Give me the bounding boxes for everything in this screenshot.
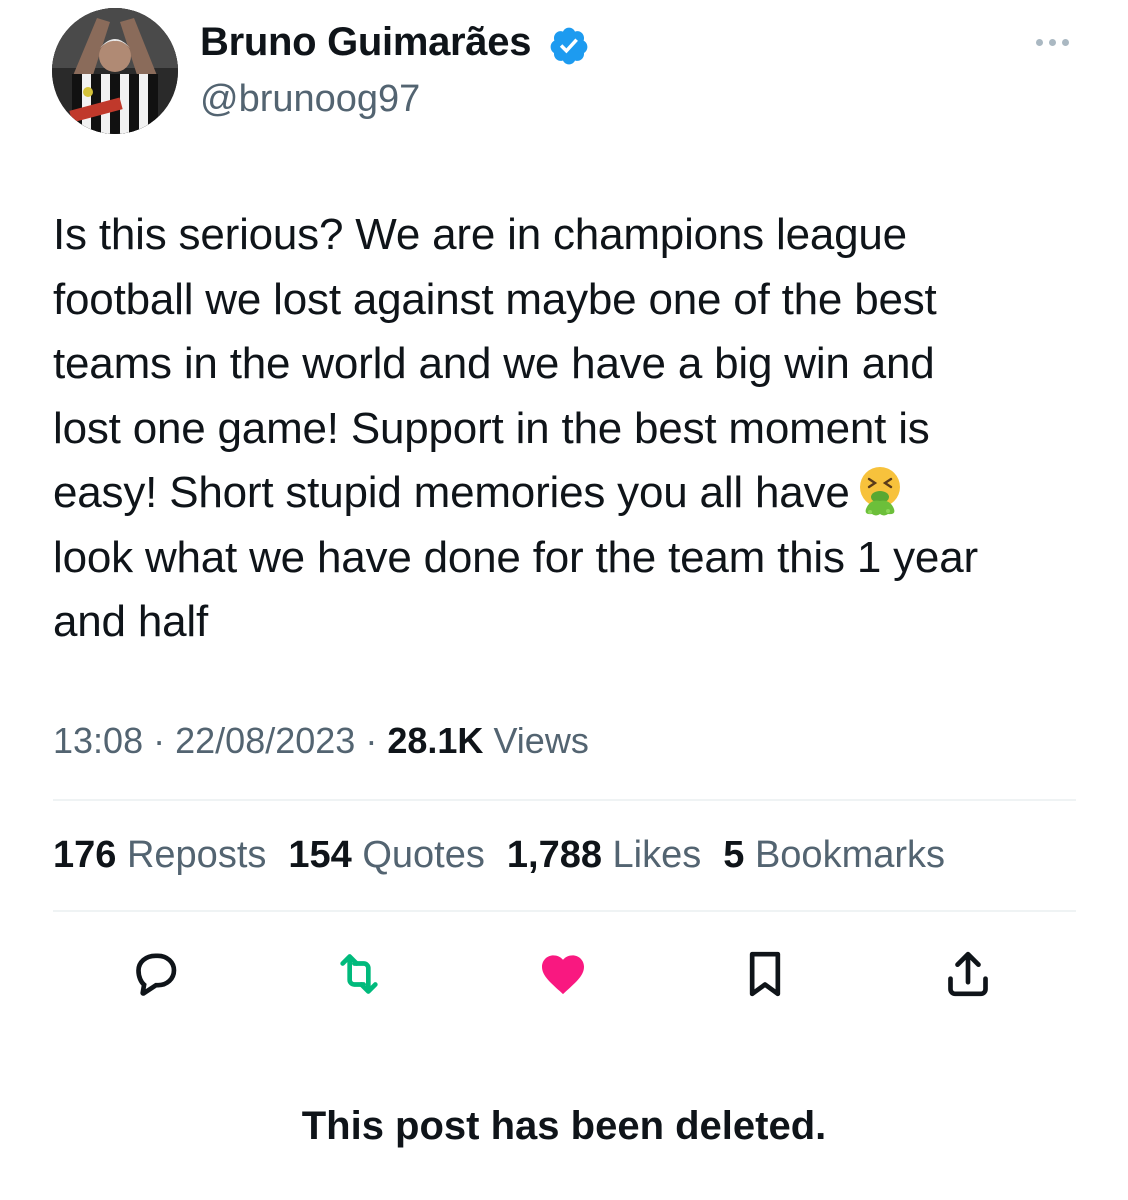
engagement-stats: 176 Reposts 154 Quotes 1,788 Likes 5 Boo… bbox=[53, 834, 945, 877]
bookmarks-stat[interactable]: 5 Bookmarks bbox=[723, 834, 945, 877]
views-count: 28.1K bbox=[387, 720, 484, 761]
deleted-notice: This post has been deleted. bbox=[301, 1104, 827, 1148]
dot bbox=[1061, 38, 1069, 46]
tweet-screenshot: Bruno Guimarães @brunoog97 Is this serio… bbox=[0, 0, 1128, 1200]
views-label: Views bbox=[493, 720, 589, 761]
tweet-line: look what we have done for the team this… bbox=[53, 532, 978, 582]
likes-label: Likes bbox=[612, 834, 702, 876]
divider bbox=[53, 799, 1076, 801]
separator: · bbox=[365, 720, 378, 761]
avatar-image bbox=[52, 8, 178, 134]
tweet-text: Is this serious? We are in champions lea… bbox=[53, 203, 1093, 655]
reposts-label: Reposts bbox=[126, 834, 267, 876]
share-icon[interactable] bbox=[940, 946, 996, 1002]
bookmark-icon[interactable] bbox=[737, 946, 793, 1002]
likes-count: 1,788 bbox=[506, 834, 602, 876]
tweet-line-with-emoji: easy! Short stupid memories you all have bbox=[53, 461, 1093, 526]
separator: · bbox=[153, 720, 166, 761]
tweet-time[interactable]: 13:08 bbox=[53, 720, 143, 761]
dot bbox=[1035, 38, 1043, 46]
tweet-line: and half bbox=[53, 597, 208, 646]
reply-icon[interactable] bbox=[128, 946, 184, 1002]
repost-icon[interactable] bbox=[331, 946, 387, 1002]
reposts-stat[interactable]: 176 Reposts bbox=[53, 834, 266, 877]
more-dots-icon[interactable] bbox=[1030, 32, 1074, 52]
tweet-line: football we lost against maybe one of th… bbox=[53, 274, 937, 324]
tweet-line: teams in the world and we have a big win… bbox=[53, 339, 935, 388]
bookmarks-count: 5 bbox=[723, 834, 745, 876]
verified-badge-icon bbox=[550, 27, 588, 65]
vomiting-face-emoji bbox=[859, 467, 900, 516]
tweet-date[interactable]: 22/08/2023 bbox=[175, 720, 355, 761]
author-handle[interactable]: @brunoog97 bbox=[200, 78, 420, 121]
likes-stat[interactable]: 1,788 Likes bbox=[507, 834, 701, 877]
quotes-label: Quotes bbox=[362, 834, 485, 876]
divider bbox=[53, 910, 1076, 912]
reposts-count: 176 bbox=[53, 834, 117, 876]
author-name[interactable]: Bruno Guimarães bbox=[200, 20, 531, 65]
tweet-meta: 13:08 · 22/08/2023 · 28.1K Views bbox=[53, 720, 589, 762]
quotes-count: 154 bbox=[288, 834, 352, 876]
tweet-line: Is this serious? We are in champions lea… bbox=[53, 210, 907, 259]
avatar[interactable] bbox=[52, 8, 178, 134]
heart-icon[interactable] bbox=[535, 946, 591, 1002]
tweet-line: easy! Short stupid memories you all have bbox=[53, 468, 850, 517]
tweet-line: lost one game! Support in the best momen… bbox=[53, 403, 930, 453]
bookmarks-label: Bookmarks bbox=[754, 834, 946, 876]
quotes-stat[interactable]: 154 Quotes bbox=[288, 834, 485, 877]
dot bbox=[1048, 38, 1056, 46]
